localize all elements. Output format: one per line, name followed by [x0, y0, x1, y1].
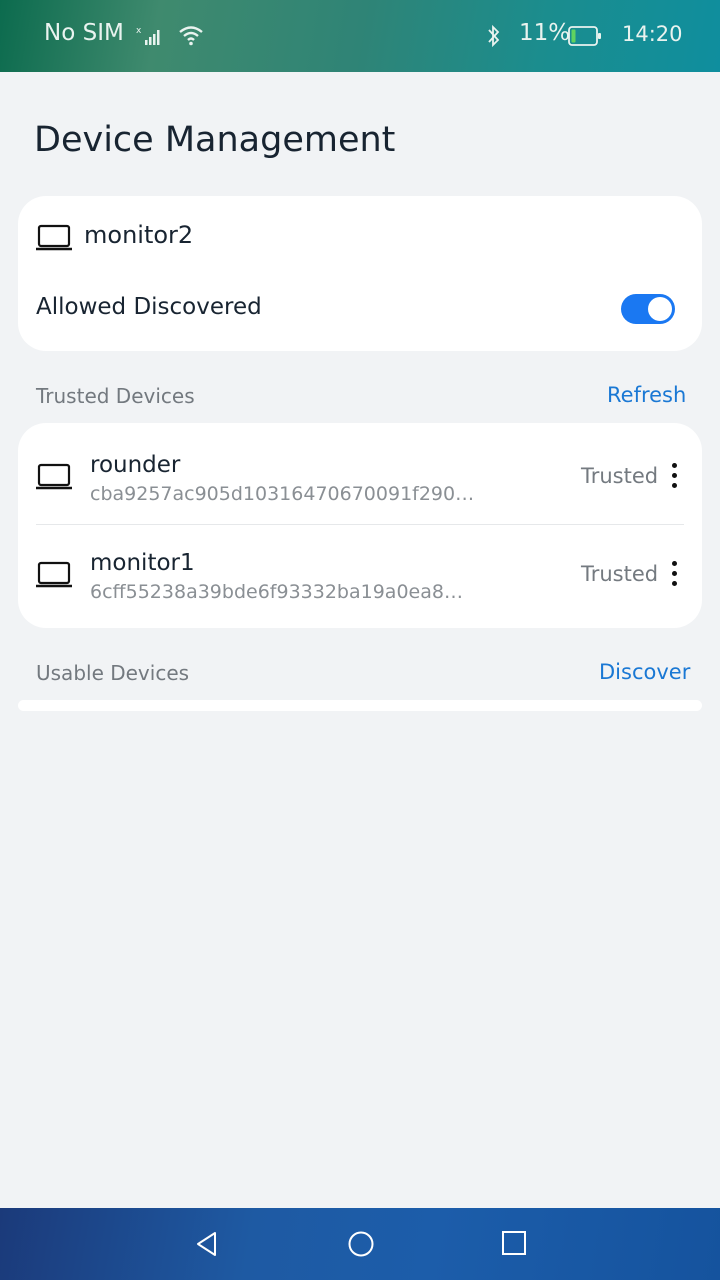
battery-icon	[568, 26, 601, 46]
more-options-icon[interactable]	[666, 559, 682, 591]
laptop-icon	[36, 561, 72, 588]
home-icon[interactable]	[347, 1230, 375, 1258]
trusted-devices-label: Trusted Devices	[36, 384, 195, 408]
bluetooth-icon	[488, 24, 500, 48]
trusted-device-row[interactable]: rounder cba9257ac905d10316470670091f290……	[18, 425, 702, 523]
refresh-button[interactable]: Refresh	[607, 383, 686, 407]
clock: 14:20	[622, 22, 683, 46]
page-title: Device Management	[34, 120, 396, 160]
carrier-label: No SIM	[44, 20, 124, 46]
device-id: 6cff55238a39bde6f93332ba19a0ea8…	[90, 581, 463, 603]
back-icon[interactable]	[194, 1230, 220, 1258]
device-status: Trusted	[581, 464, 659, 488]
svg-text:x: x	[136, 26, 142, 36]
status-bar: No SIM x 11% 14:20	[0, 0, 720, 72]
discover-button[interactable]: Discover	[599, 660, 690, 684]
laptop-icon	[36, 463, 72, 490]
battery-percent: 11%	[519, 20, 571, 46]
device-id: cba9257ac905d10316470670091f290…	[90, 483, 475, 505]
laptop-icon	[36, 224, 72, 251]
toggle-knob	[648, 297, 672, 321]
device-name: monitor1	[90, 550, 195, 576]
more-options-icon[interactable]	[666, 461, 682, 493]
local-device-name: monitor2	[84, 221, 194, 249]
allowed-discovered-toggle[interactable]	[621, 294, 675, 324]
local-device-card: monitor2 Allowed Discovered	[18, 196, 702, 351]
allowed-discovered-label: Allowed Discovered	[36, 294, 262, 320]
trusted-devices-card: rounder cba9257ac905d10316470670091f290……	[18, 423, 702, 628]
usable-devices-card	[18, 700, 702, 711]
device-name: rounder	[90, 452, 181, 478]
usable-devices-label: Usable Devices	[36, 661, 190, 685]
wifi-icon	[179, 26, 203, 46]
signal-icon: x	[136, 26, 160, 45]
device-status: Trusted	[581, 562, 659, 586]
navigation-bar	[0, 1208, 720, 1280]
trusted-device-row[interactable]: monitor1 6cff55238a39bde6f93332ba19a0ea8…	[18, 523, 702, 621]
recent-apps-icon[interactable]	[501, 1230, 527, 1256]
